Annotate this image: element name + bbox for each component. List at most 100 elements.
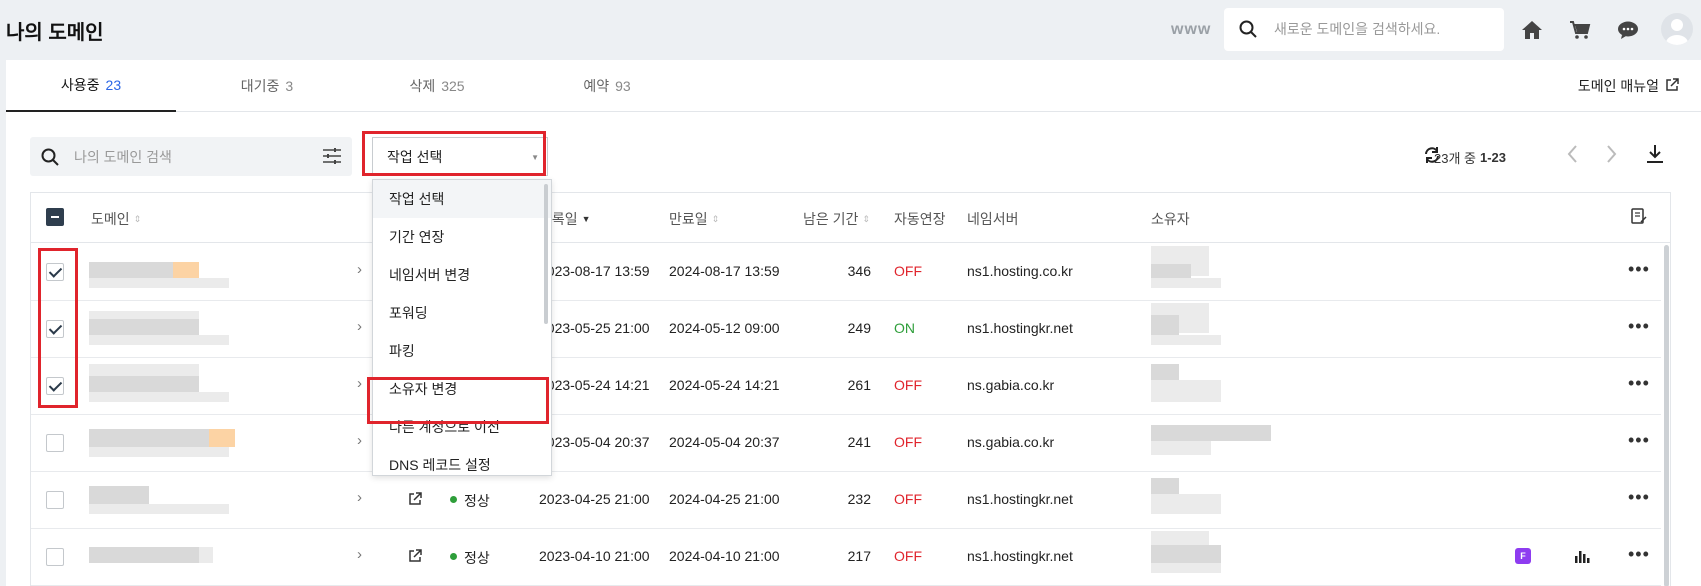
external-link-icon[interactable]: [408, 492, 422, 509]
domain-manual-link[interactable]: 도메인 매뉴얼: [1578, 76, 1679, 96]
auto-renew-status[interactable]: OFF: [894, 434, 922, 450]
col-auto-renew: 자동연장: [894, 209, 946, 229]
redacted-owner-part: [1151, 494, 1221, 514]
table-header: 도메인 ⇕ 등록일 ▼ 만료일 ⇕ 남은 기간 ⇕ 자동연장 네임서버 소유자: [31, 193, 1670, 243]
table-row[interactable]: › 2023-05-25 21:00 2024-05-12 09:00 249 …: [31, 301, 1661, 358]
col-expires[interactable]: 만료일 ⇕: [669, 209, 719, 229]
tab-deleted[interactable]: 삭제 325: [352, 60, 522, 112]
table-row[interactable]: › 2023-05-04 20:37 2024-05-04 20:37 241 …: [31, 415, 1661, 472]
option-change-nameserver[interactable]: 네임서버 변경: [373, 256, 551, 294]
table-row[interactable]: › 2023-05-24 14:21 2024-05-24 14:21 261 …: [31, 358, 1661, 415]
more-options-icon[interactable]: •••: [1628, 430, 1650, 451]
domain-search-input[interactable]: [1274, 18, 1494, 40]
option-select-action[interactable]: 작업 선택: [373, 180, 551, 218]
tab-reserved[interactable]: 예약 93: [522, 60, 692, 112]
col-remaining[interactable]: 남은 기간 ⇕: [803, 209, 870, 229]
pagination-info: 23개 중 1-23: [1434, 148, 1506, 167]
prev-page-icon[interactable]: [1566, 144, 1578, 164]
row-checkbox[interactable]: [46, 263, 64, 281]
option-change-owner[interactable]: 소유자 변경: [373, 370, 551, 408]
chevron-right-icon[interactable]: ›: [357, 375, 362, 392]
tab-count: 93: [615, 78, 631, 94]
more-options-icon[interactable]: •••: [1628, 259, 1650, 280]
chevron-right-icon[interactable]: ›: [357, 261, 362, 278]
more-options-icon[interactable]: •••: [1628, 316, 1650, 337]
bar-chart-icon[interactable]: [1574, 548, 1590, 567]
support-chat-icon[interactable]: [1613, 15, 1643, 45]
action-select[interactable]: 작업 선택 ▼: [372, 137, 548, 176]
nameserver: ns.gabia.co.kr: [967, 434, 1055, 450]
status-dot: [450, 553, 457, 560]
registered-date: 2023-04-25 21:00: [539, 491, 650, 507]
tab-in-use[interactable]: 사용중 23: [6, 60, 176, 112]
my-domain-search-box[interactable]: [30, 137, 352, 176]
auto-renew-status[interactable]: OFF: [894, 263, 922, 279]
row-checkbox[interactable]: [46, 377, 64, 395]
more-options-icon[interactable]: •••: [1628, 373, 1650, 394]
remaining-days: 249: [847, 320, 871, 336]
redacted-owner-part: [1151, 335, 1221, 345]
auto-renew-status[interactable]: OFF: [894, 377, 922, 393]
sort-icon: ⇕: [711, 213, 720, 224]
row-checkbox[interactable]: [46, 548, 64, 566]
action-dropdown-menu: 작업 선택 기간 연장 네임서버 변경 포워딩 파킹 소유자 변경 다른 계정으…: [372, 179, 552, 476]
col-nameserver: 네임서버: [967, 209, 1019, 229]
row-checkbox[interactable]: [46, 491, 64, 509]
domain-status: 정상: [464, 550, 490, 566]
chevron-right-icon[interactable]: ›: [357, 489, 362, 506]
redacted-domain-part: [209, 429, 235, 447]
more-options-icon[interactable]: •••: [1628, 544, 1650, 565]
option-forwarding[interactable]: 포워딩: [373, 294, 551, 332]
table-row[interactable]: › 정상 2023-04-25 21:00 2024-04-25 21:00 2…: [31, 472, 1661, 529]
my-domain-search-input[interactable]: [74, 146, 294, 168]
next-page-icon[interactable]: [1606, 144, 1618, 164]
table-scrollbar[interactable]: [1664, 245, 1669, 586]
domain-search-box[interactable]: [1224, 8, 1504, 51]
chevron-right-icon[interactable]: ›: [357, 432, 362, 449]
external-link-icon: [1665, 77, 1679, 95]
remaining-days: 232: [847, 491, 871, 507]
tab-count: 3: [285, 78, 294, 94]
domain-table: 도메인 ⇕ 등록일 ▼ 만료일 ⇕ 남은 기간 ⇕ 자동연장 네임서버 소유자 › 20…: [30, 192, 1671, 586]
row-checkbox[interactable]: [46, 434, 64, 452]
pagination-range: 1-23: [1480, 150, 1507, 165]
tab-waiting[interactable]: 대기중 3: [182, 60, 352, 112]
more-options-icon[interactable]: •••: [1628, 487, 1650, 508]
f-badge-icon[interactable]: F: [1515, 548, 1531, 564]
download-icon[interactable]: [1646, 144, 1664, 164]
table-row[interactable]: › 정상 2023-04-10 21:00 2024-04-10 21:00 2…: [31, 529, 1661, 586]
chevron-right-icon[interactable]: ›: [357, 318, 362, 335]
redacted-domain-part: [89, 278, 229, 288]
remaining-days: 346: [847, 263, 871, 279]
col-nameserver-label: 네임서버: [967, 211, 1019, 227]
redacted-domain-part: [89, 504, 229, 514]
cart-icon[interactable]: [1565, 15, 1595, 45]
sort-icon: ⇕: [133, 213, 142, 224]
external-link-icon[interactable]: [408, 549, 422, 566]
filter-settings-icon[interactable]: [322, 147, 342, 168]
home-icon[interactable]: [1517, 15, 1547, 45]
column-settings-icon[interactable]: [1631, 208, 1647, 224]
nameserver: ns1.hosting.co.kr: [967, 263, 1073, 279]
tab-count: 23: [105, 77, 122, 93]
nameserver: ns1.hostingkr.net: [967, 491, 1073, 507]
option-parking[interactable]: 파킹: [373, 332, 551, 370]
col-domain[interactable]: 도메인 ⇕: [91, 209, 141, 229]
option-extend-period[interactable]: 기간 연장: [373, 218, 551, 256]
auto-renew-status[interactable]: ON: [894, 320, 915, 336]
search-icon: [40, 147, 60, 170]
option-transfer-account[interactable]: 다른 계정으로 이전: [373, 408, 551, 446]
select-all-checkbox[interactable]: [46, 208, 64, 226]
table-row[interactable]: › 2023-08-17 13:59 2024-08-17 13:59 346 …: [31, 244, 1661, 301]
option-dns-record[interactable]: DNS 레코드 설정: [373, 446, 551, 475]
redacted-owner-part: [1151, 545, 1221, 563]
tab-label: 예약: [583, 78, 610, 94]
auto-renew-status[interactable]: OFF: [894, 491, 922, 507]
redacted-domain: [89, 429, 209, 447]
user-avatar-icon[interactable]: [1661, 13, 1693, 45]
redacted-owner-part: [1151, 278, 1221, 288]
chevron-right-icon[interactable]: ›: [357, 546, 362, 563]
auto-renew-status[interactable]: OFF: [894, 548, 922, 564]
row-checkbox[interactable]: [46, 320, 64, 338]
dropdown-scrollbar[interactable]: [544, 184, 548, 324]
